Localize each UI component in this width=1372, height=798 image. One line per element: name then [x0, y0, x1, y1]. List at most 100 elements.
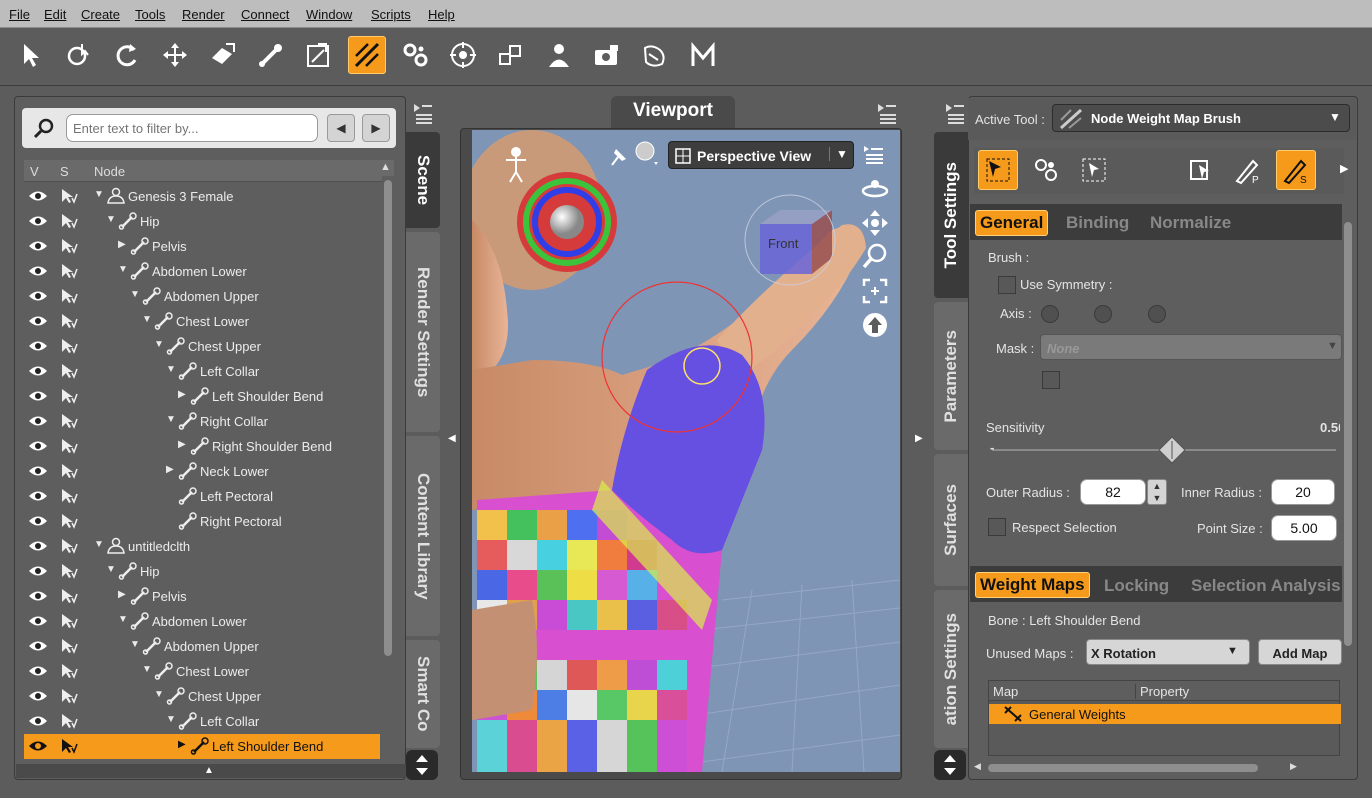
- tool-pane-menu-icon[interactable]: [936, 96, 970, 128]
- selectable-cursor-icon[interactable]: [60, 663, 78, 679]
- selectable-cursor-icon[interactable]: [60, 713, 78, 729]
- scene-tree-scrollbar[interactable]: [382, 176, 394, 760]
- tab-tool-settings[interactable]: Tool Settings: [934, 132, 968, 298]
- add-map-button[interactable]: Add Map: [1258, 639, 1342, 665]
- use-symmetry-checkbox[interactable]: [998, 276, 1016, 294]
- frame-icon[interactable]: [860, 276, 890, 306]
- expand-down-icon[interactable]: ▼: [94, 539, 104, 550]
- visibility-eye-icon[interactable]: [28, 290, 48, 302]
- expand-down-icon[interactable]: ▼: [94, 189, 104, 200]
- scene-node-row[interactable]: ▼ Abdomen Lower: [24, 259, 380, 284]
- tab-scene[interactable]: Scene: [406, 132, 440, 228]
- scene-node-row[interactable]: ▼ Genesis 3 Female: [24, 184, 380, 209]
- visibility-eye-icon[interactable]: [28, 265, 48, 277]
- select-tool-button[interactable]: [12, 36, 50, 74]
- axis-z-radio[interactable]: [1148, 305, 1166, 323]
- selectable-cursor-icon[interactable]: [60, 638, 78, 654]
- tab-scroll-buttons[interactable]: [406, 750, 438, 780]
- selectable-cursor-icon[interactable]: [60, 738, 78, 754]
- weight-map-brush-tool-button[interactable]: [348, 36, 386, 74]
- tab-render-settings[interactable]: Render Settings: [406, 232, 440, 432]
- selectable-cursor-icon[interactable]: [60, 263, 78, 279]
- selectable-cursor-icon[interactable]: [60, 588, 78, 604]
- selectable-cursor-icon[interactable]: [60, 613, 78, 629]
- scale-tool-button[interactable]: [204, 36, 242, 74]
- visibility-eye-icon[interactable]: [28, 440, 48, 452]
- scene-node-row[interactable]: Left Pectoral: [24, 484, 380, 509]
- map-column-property[interactable]: Property: [1135, 684, 1189, 699]
- scene-node-row[interactable]: ▶ Neck Lower: [24, 459, 380, 484]
- expand-down-icon[interactable]: ▼: [130, 639, 140, 650]
- map-h-scrollbar[interactable]: ◀ ▶: [970, 760, 1342, 776]
- translate-tool-button[interactable]: [156, 36, 194, 74]
- selectable-cursor-icon[interactable]: [60, 513, 78, 529]
- menu-connect[interactable]: Connect: [241, 7, 289, 22]
- surface-tool-button[interactable]: [636, 36, 674, 74]
- nav-cube-label[interactable]: Front: [768, 236, 799, 251]
- visibility-eye-icon[interactable]: [28, 365, 48, 377]
- tab-locking[interactable]: Locking: [1104, 576, 1169, 596]
- expand-right-icon[interactable]: ▶: [118, 589, 126, 600]
- menu-help[interactable]: Help: [428, 7, 455, 22]
- expand-right-icon[interactable]: ▶: [178, 739, 186, 750]
- column-selectable[interactable]: S: [60, 164, 69, 179]
- camera-tool-button[interactable]: [588, 36, 626, 74]
- scene-node-row[interactable]: ▼ Abdomen Lower: [24, 609, 380, 634]
- map-column-map[interactable]: Map: [993, 684, 1018, 699]
- brush-group-mode-button[interactable]: [1026, 150, 1066, 190]
- visibility-eye-icon[interactable]: [28, 240, 48, 252]
- menu-edit[interactable]: Edit: [44, 7, 66, 22]
- expand-down-icon[interactable]: ▼: [106, 214, 116, 225]
- selectable-cursor-icon[interactable]: [60, 438, 78, 454]
- view-selector[interactable]: Perspective View ▼: [668, 141, 854, 169]
- tab-content-library[interactable]: Content Library: [406, 436, 440, 636]
- scene-node-row[interactable]: ▶ Pelvis: [24, 584, 380, 609]
- paint-brush-button[interactable]: P: [1228, 150, 1268, 190]
- brush-select-mode-button[interactable]: [978, 150, 1018, 190]
- viewport-options-icon[interactable]: [860, 142, 888, 168]
- scene-node-row[interactable]: ▶ Right Shoulder Bend: [24, 434, 380, 459]
- rotate-tool-button[interactable]: [108, 36, 146, 74]
- pan-icon[interactable]: [860, 208, 890, 238]
- expand-down-icon[interactable]: ▼: [118, 264, 128, 275]
- scene-node-row[interactable]: ▼ Chest Upper: [24, 334, 380, 359]
- selectable-cursor-icon[interactable]: [60, 188, 78, 204]
- scene-node-row[interactable]: ▶ Pelvis: [24, 234, 380, 259]
- expand-right-icon[interactable]: ▶: [178, 389, 186, 400]
- viewport-canvas[interactable]: Front: [472, 130, 900, 772]
- scene-node-row[interactable]: ▼ Abdomen Upper: [24, 284, 380, 309]
- tab-binding[interactable]: Binding: [1066, 213, 1129, 233]
- expand-down-icon[interactable]: ▼: [106, 564, 116, 575]
- expand-right-icon[interactable]: ▶: [118, 239, 126, 250]
- visibility-eye-icon[interactable]: [28, 390, 48, 402]
- menu-create[interactable]: Create: [81, 7, 120, 22]
- tab-parameters[interactable]: Parameters: [934, 302, 968, 450]
- visibility-eye-icon[interactable]: [28, 640, 48, 652]
- map-row[interactable]: General Weights: [989, 704, 1341, 724]
- expand-down-icon[interactable]: ▼: [154, 689, 164, 700]
- sensitivity-slider-thumb[interactable]: [1158, 436, 1186, 464]
- scrollbar-thumb[interactable]: [1344, 222, 1352, 646]
- visibility-eye-icon[interactable]: [28, 540, 48, 552]
- reset-camera-icon[interactable]: [860, 310, 890, 340]
- tab-animation-settings[interactable]: ation Settings: [934, 590, 968, 748]
- scene-node-row[interactable]: ▼ Hip: [24, 559, 380, 584]
- visibility-eye-icon[interactable]: [28, 415, 48, 427]
- tab-selection-analysis[interactable]: Selection Analysis: [1191, 576, 1341, 596]
- expand-down-icon[interactable]: ▼: [142, 664, 152, 675]
- scene-pane-menu-icon[interactable]: [404, 96, 438, 128]
- selectable-cursor-icon[interactable]: [60, 688, 78, 704]
- selectable-cursor-icon[interactable]: [60, 313, 78, 329]
- expand-down-icon[interactable]: ▼: [166, 364, 176, 375]
- menu-render[interactable]: Render: [182, 7, 225, 22]
- zoom-icon[interactable]: [860, 242, 890, 272]
- scene-node-row[interactable]: ▶ Left Shoulder Bend: [24, 384, 380, 409]
- selectable-cursor-icon[interactable]: [60, 488, 78, 504]
- scene-node-row[interactable]: ▼ untitledclth: [24, 534, 380, 559]
- scene-node-row[interactable]: ▼ Chest Upper: [24, 684, 380, 709]
- selectable-cursor-icon[interactable]: [60, 563, 78, 579]
- scene-filter-input[interactable]: [66, 114, 318, 142]
- tab-smart-content[interactable]: Smart Co: [406, 640, 440, 748]
- expand-down-icon[interactable]: ▼: [166, 714, 176, 725]
- drawstyle-icon[interactable]: [632, 138, 662, 168]
